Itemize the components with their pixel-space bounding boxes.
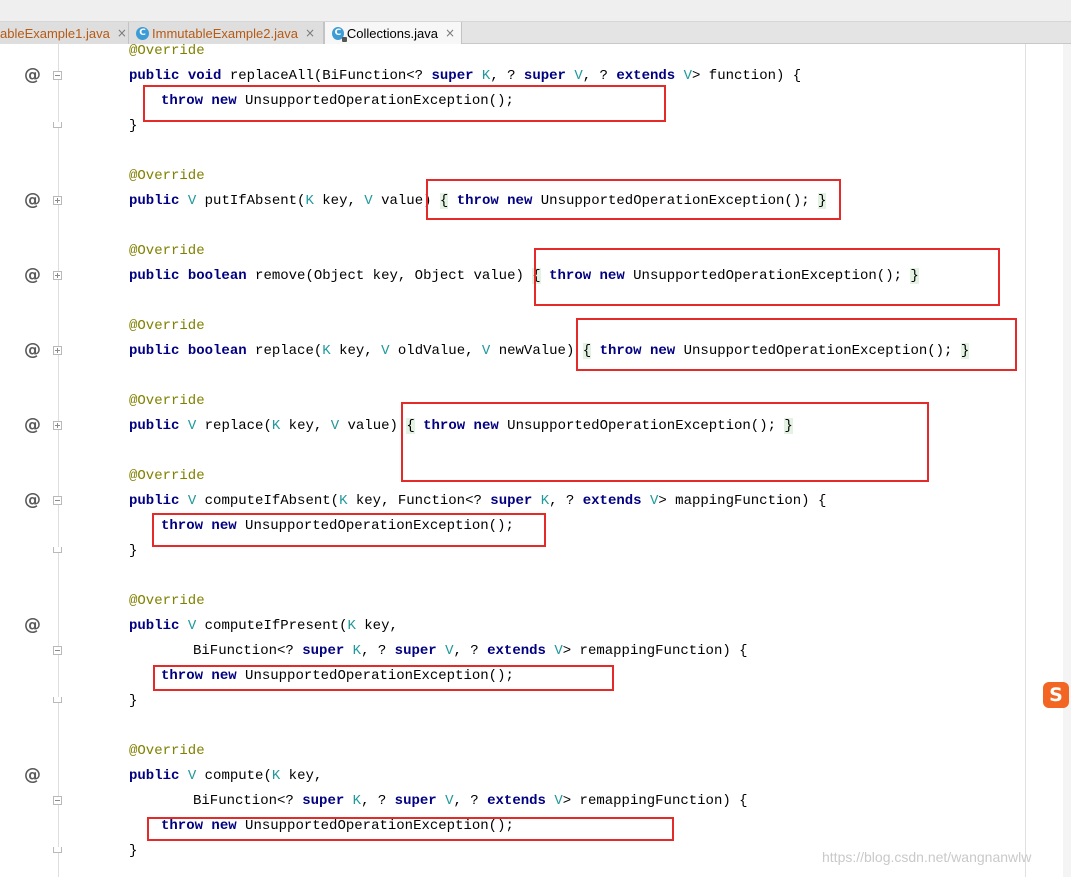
fold-end-icon <box>53 847 62 853</box>
fold-end-icon <box>53 697 62 703</box>
override-gutter-icon[interactable]: @ <box>24 341 41 359</box>
fold-collapse-icon[interactable] <box>53 796 62 805</box>
highlight-box <box>143 85 666 122</box>
code-annotation[interactable]: @Override <box>129 39 205 64</box>
close-icon[interactable]: × <box>305 26 315 40</box>
override-gutter-icon[interactable]: @ <box>24 766 41 784</box>
code-line-bifunction[interactable]: BiFunction<? super K, ? super V, ? exten… <box>193 789 748 814</box>
highlight-box <box>576 318 1017 371</box>
code-annotation[interactable]: @Override <box>129 164 205 189</box>
code-line-bifunction[interactable]: BiFunction<? super K, ? super V, ? exten… <box>193 639 748 664</box>
code-close-brace[interactable]: } <box>129 839 137 864</box>
close-icon[interactable]: × <box>117 26 127 40</box>
fold-expand-icon[interactable] <box>53 271 62 280</box>
fold-collapse-icon[interactable] <box>53 71 62 80</box>
override-gutter-icon[interactable]: @ <box>24 416 41 434</box>
code-annotation[interactable]: @Override <box>129 239 205 264</box>
fold-expand-icon[interactable] <box>53 421 62 430</box>
java-class-icon: C <box>136 26 149 40</box>
tab-label: ableExample1.java <box>0 25 110 41</box>
override-gutter-icon[interactable]: @ <box>24 191 41 209</box>
tab-label: Collections.java <box>346 25 438 41</box>
highlight-box <box>401 402 929 482</box>
close-icon[interactable]: × <box>445 26 455 40</box>
highlight-box <box>147 817 674 841</box>
code-annotation[interactable]: @Override <box>129 589 205 614</box>
override-gutter-icon[interactable]: @ <box>24 491 41 509</box>
fold-collapse-icon[interactable] <box>53 646 62 655</box>
editor-tab-bar: ableExample1.java × C ImmutableExample2.… <box>0 0 1071 44</box>
editor-scrollbar[interactable] <box>1063 44 1071 877</box>
code-line-compute-if-absent[interactable]: public V computeIfAbsent(K key, Function… <box>129 489 826 514</box>
highlight-box <box>152 513 546 547</box>
code-line-compute[interactable]: public V compute(K key, <box>129 764 322 789</box>
fold-expand-icon[interactable] <box>53 196 62 205</box>
override-gutter-icon[interactable]: @ <box>24 266 41 284</box>
highlight-box <box>426 179 841 220</box>
java-class-locked-icon: C <box>332 26 347 42</box>
code-annotation[interactable]: @Override <box>129 314 205 339</box>
highlight-box <box>153 665 614 691</box>
highlight-box <box>534 248 1000 306</box>
fold-end-icon <box>53 122 62 128</box>
code-close-brace[interactable]: } <box>129 689 137 714</box>
code-line-compute-if-present[interactable]: public V computeIfPresent(K key, <box>129 614 398 639</box>
tab-collections[interactable]: C Collections.java × <box>324 22 462 44</box>
code-annotation[interactable]: @Override <box>129 464 205 489</box>
fold-expand-icon[interactable] <box>53 346 62 355</box>
tab-bar-strip <box>0 0 1071 22</box>
gutter-divider <box>58 44 59 877</box>
override-gutter-icon[interactable]: @ <box>24 66 41 84</box>
right-margin-guide <box>1025 44 1026 877</box>
fold-end-icon <box>53 547 62 553</box>
code-annotation[interactable]: @Override <box>129 739 205 764</box>
code-close-brace[interactable]: } <box>129 539 137 564</box>
fold-collapse-icon[interactable] <box>53 496 62 505</box>
watermark: https://blog.csdn.net/wangnanwlw <box>822 849 1032 865</box>
override-gutter-icon[interactable]: @ <box>24 616 41 634</box>
code-close-brace[interactable]: } <box>129 114 137 139</box>
code-annotation[interactable]: @Override <box>129 389 205 414</box>
sogou-ime-icon[interactable]: S <box>1043 682 1069 708</box>
tab-immutable-example1[interactable]: ableExample1.java × <box>0 22 129 44</box>
